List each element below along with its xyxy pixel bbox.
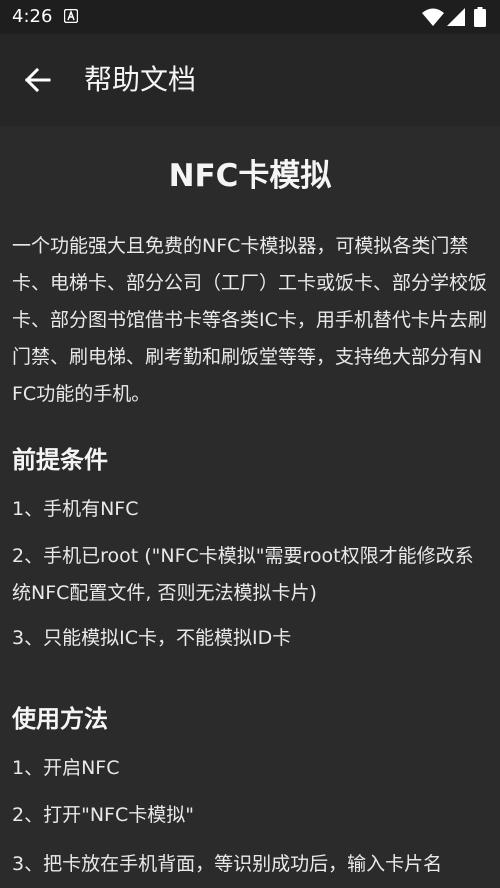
notification-a-icon (64, 9, 78, 23)
back-button[interactable] (14, 56, 62, 104)
list-item: 2、打开"NFC卡模拟" (12, 804, 194, 826)
status-bar: 4:26 (0, 0, 500, 34)
section-heading-usage: 使用方法 (12, 705, 108, 733)
list-item: 1、手机有NFC (12, 498, 139, 520)
battery-icon (474, 7, 486, 27)
list-item: 2、手机已root ("NFC卡模拟"需要root权限才能修改系统NFC配置文件… (12, 545, 474, 604)
intro-paragraph: 一个功能强大且免费的NFC卡模拟器，可模拟各类门禁卡、电梯卡、部分公司（工厂）工… (12, 235, 488, 405)
app-bar: 帮助文档 (0, 34, 500, 126)
page-title: 帮助文档 (84, 63, 197, 96)
list-item: 1、开启NFC (12, 757, 120, 779)
status-time: 4:26 (12, 6, 53, 27)
arrow-left-icon (24, 67, 51, 93)
document-title: NFC卡模拟 (168, 158, 332, 194)
section-heading-prerequisites: 前提条件 (12, 446, 108, 474)
list-item: 3、只能模拟IC卡，不能模拟ID卡 (12, 627, 292, 649)
wifi-icon (422, 8, 444, 26)
list-item: 3、把卡放在手机背面，等识别成功后，输入卡片名 (12, 853, 443, 875)
cell-signal-icon (447, 8, 465, 26)
